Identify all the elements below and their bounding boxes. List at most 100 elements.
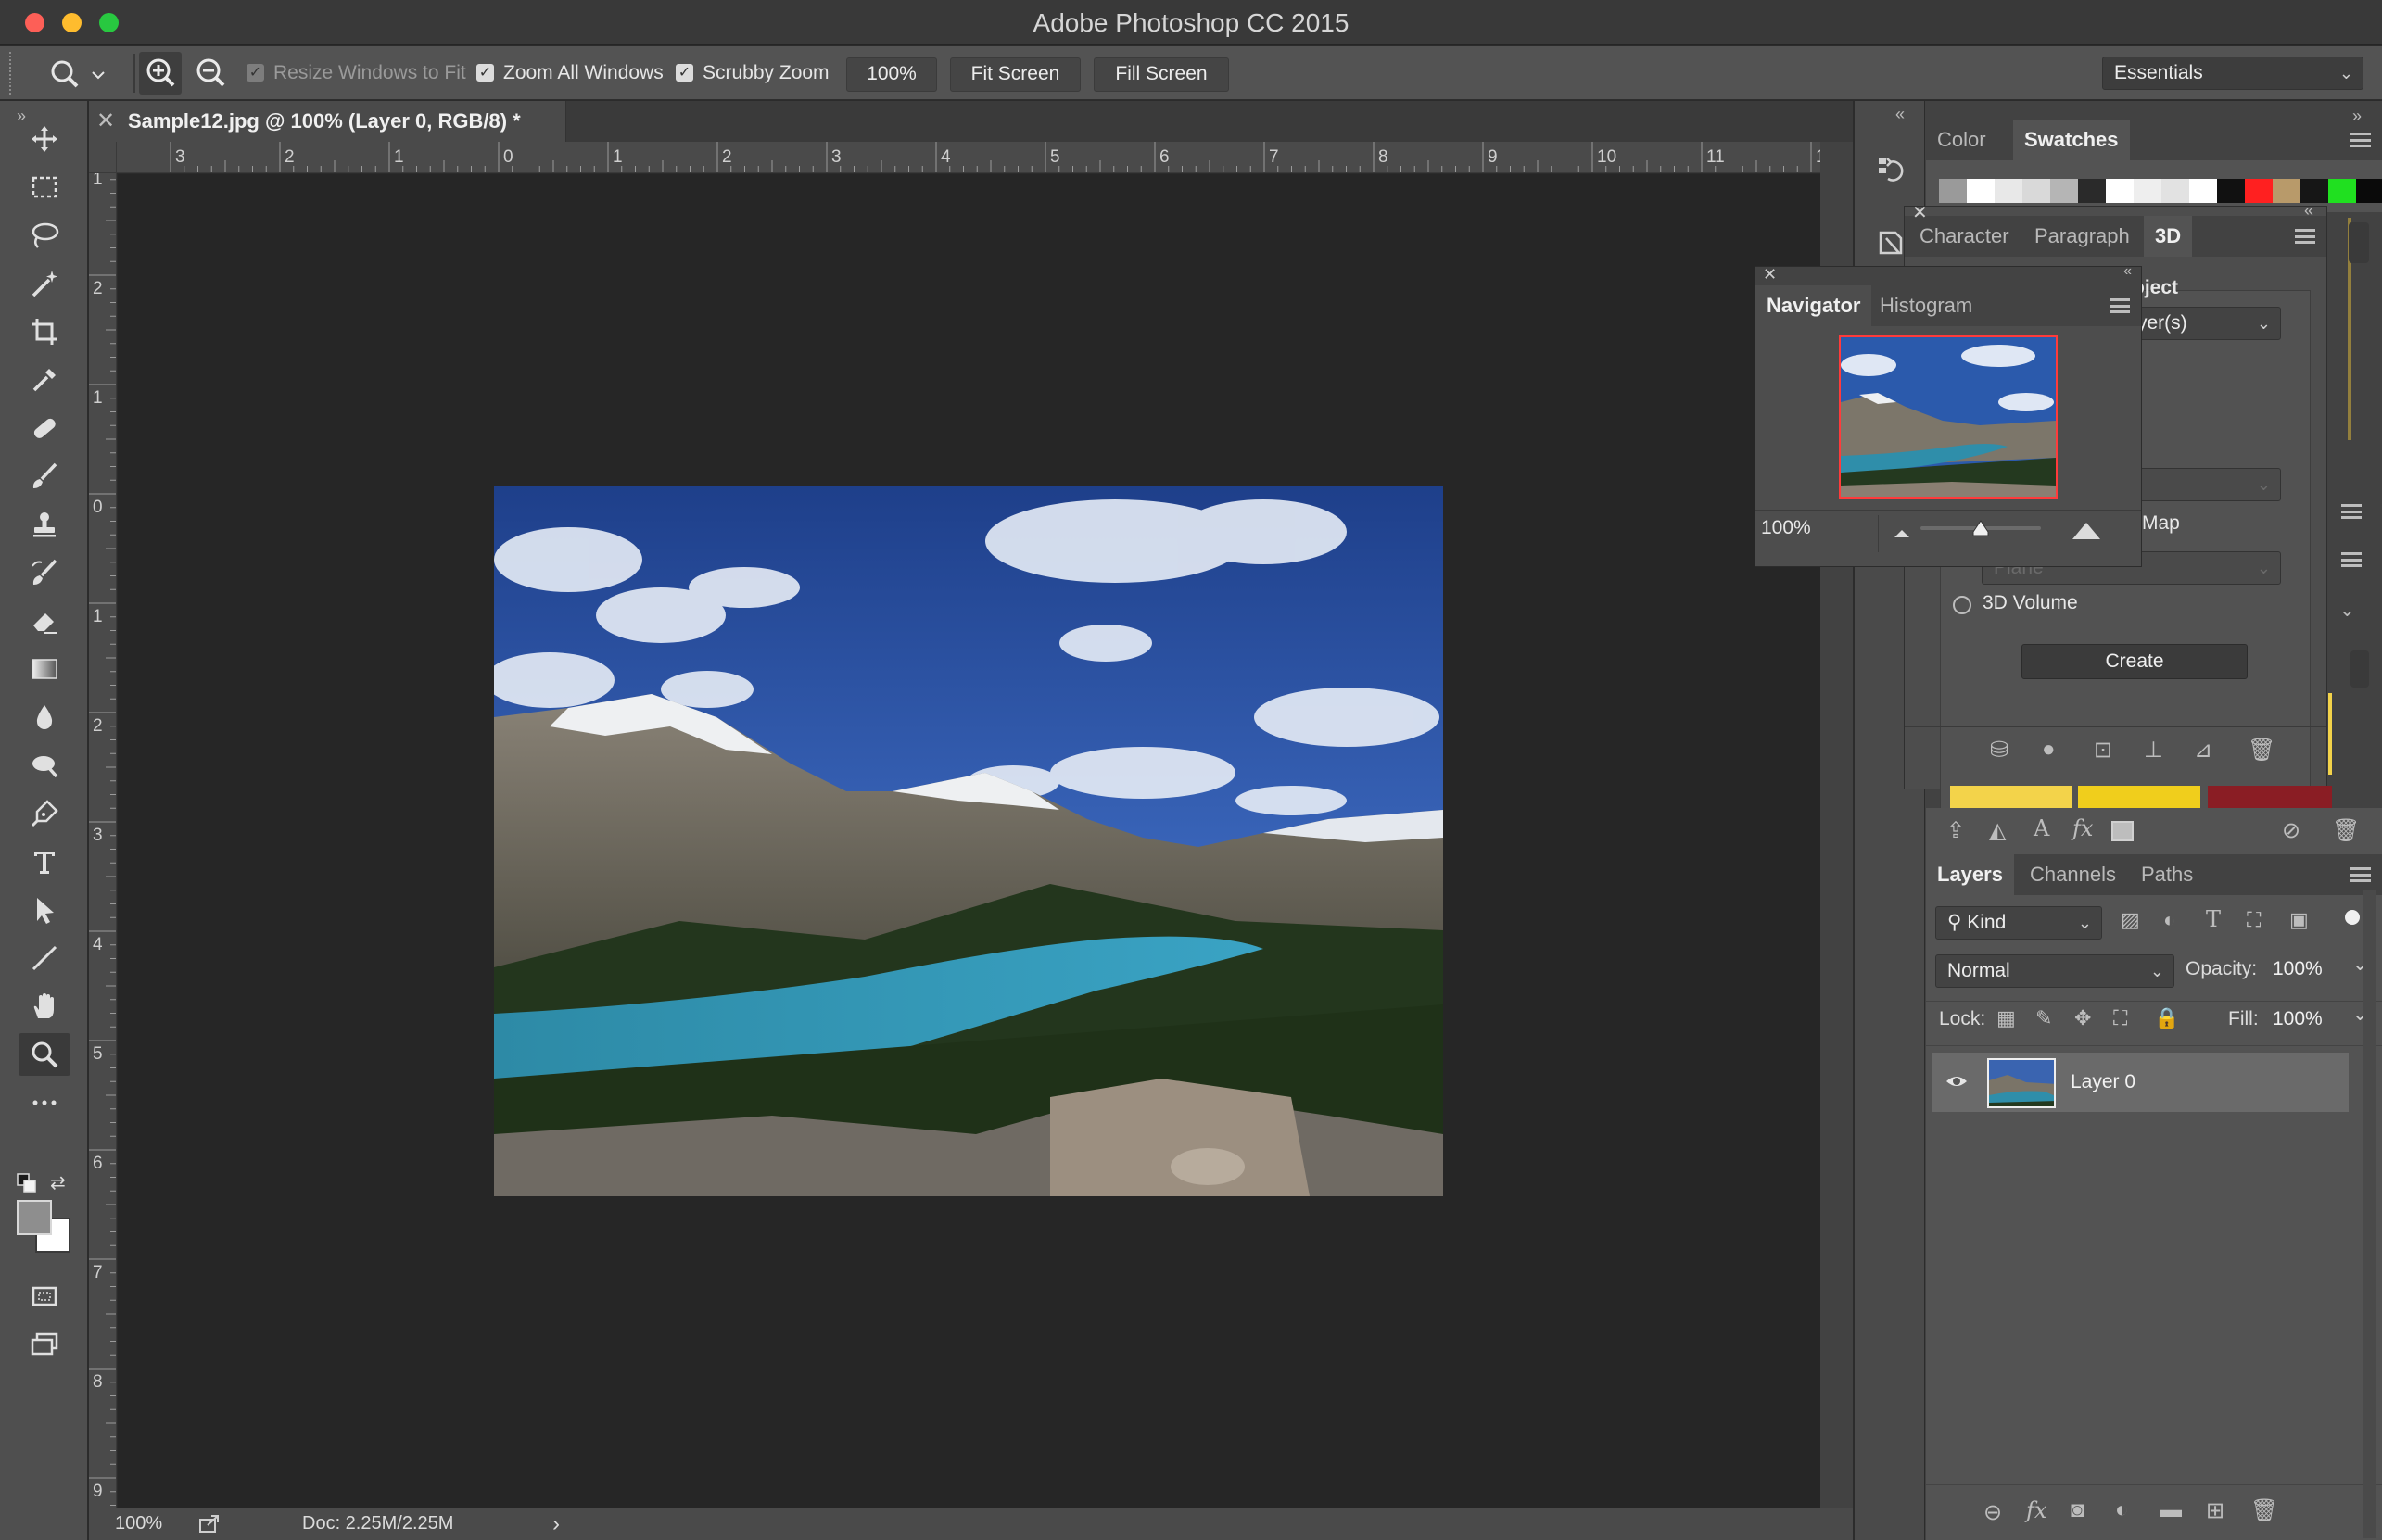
color-swatch[interactable] <box>2217 179 2245 203</box>
lasso-tool[interactable] <box>19 214 70 257</box>
fill-value[interactable]: 100% <box>2273 1008 2323 1030</box>
fill-screen-button[interactable]: Fill Screen <box>1094 57 1229 92</box>
filter-toggle[interactable] <box>2345 910 2360 934</box>
properties-scrollbar[interactable] <box>2350 650 2369 688</box>
color-swatch[interactable] <box>2134 179 2161 203</box>
lock-transparent-icon[interactable]: ▦ <box>1996 1006 2016 1030</box>
navigator-preview[interactable] <box>1839 335 2058 499</box>
color-swatch[interactable] <box>2050 179 2078 203</box>
chevron-down-icon[interactable]: ⌄ <box>2339 599 2355 622</box>
color-swatch[interactable] <box>1939 179 1967 203</box>
horizontal-ruler[interactable]: 321012345678910111 <box>89 142 1820 173</box>
color-swatch[interactable] <box>2300 179 2328 203</box>
resize-windows-checkbox[interactable]: ✓ <box>247 64 264 82</box>
zoom-all-windows-checkbox[interactable]: ✓ <box>476 64 494 82</box>
panel-menu-icon[interactable] <box>2350 133 2371 147</box>
swap-colors-icon[interactable]: ⇄ <box>50 1171 72 1193</box>
link-layers-icon[interactable]: ⊖ <box>1983 1499 2002 1526</box>
type-tool[interactable] <box>19 840 70 883</box>
filter-smart-object-icon[interactable]: ▣ <box>2289 908 2309 932</box>
hand-tool[interactable] <box>19 985 70 1028</box>
zoom-out-icon[interactable] <box>1891 523 1913 539</box>
tab-swatches[interactable]: Swatches <box>2013 120 2130 160</box>
new-layer-icon[interactable]: ⊞ <box>2206 1497 2224 1524</box>
layer-name[interactable]: Layer 0 <box>2071 1053 2135 1112</box>
navigator-title-strip[interactable]: ✕ « <box>1755 263 2141 285</box>
color-swatch[interactable] <box>2245 179 2273 203</box>
screen-mode-button[interactable] <box>19 1323 70 1366</box>
color-swatch[interactable] <box>1967 179 1995 203</box>
color-swatch[interactable] <box>2078 179 2106 203</box>
foreground-color-swatch[interactable] <box>17 1200 52 1235</box>
style-swatch-red[interactable] <box>2208 786 2332 808</box>
link-style-icon[interactable]: ⊘ <box>2282 817 2300 844</box>
3d-volume-radio[interactable] <box>1953 596 1971 614</box>
status-zoom[interactable]: 100% <box>115 1508 162 1540</box>
navigator-zoom-thumb[interactable] <box>1971 519 1990 537</box>
filter-adjustment-icon[interactable]: ◐ <box>2163 908 2175 932</box>
quick-mask-button[interactable] <box>19 1275 70 1318</box>
new-group-icon[interactable]: ▬ <box>2160 1497 2182 1523</box>
navigator-zoom-slider[interactable] <box>1920 520 2041 536</box>
workspace-dropdown[interactable]: Essentials ⌄ <box>2102 57 2363 90</box>
layer-filter-dropdown[interactable]: ⚲ Kind ⌄ <box>1935 906 2102 940</box>
filter-type-icon[interactable]: T <box>2206 906 2221 932</box>
collapse-panel-icon[interactable]: « <box>2123 263 2132 280</box>
close-icon[interactable]: ✕ <box>96 101 115 142</box>
collapse-panel-icon[interactable]: » <box>2352 107 2362 126</box>
vertical-ruler[interactable]: 1 2 1 0 1 2 3 4 5 6 7 8 9 <box>89 173 117 1508</box>
tab-paths[interactable]: Paths <box>2130 854 2204 895</box>
filter-shape-icon[interactable]: ⛶ <box>2247 908 2261 932</box>
document-image[interactable] <box>494 486 1443 1196</box>
dodge-tool[interactable] <box>19 744 70 787</box>
clone-stamp-tool[interactable] <box>19 503 70 546</box>
blend-mode-dropdown[interactable]: Normal ⌄ <box>1935 954 2174 988</box>
tool-preset-picker[interactable] <box>46 57 111 91</box>
close-icon[interactable]: ✕ <box>1912 201 1928 224</box>
3d-source-dropdown[interactable]: yer(s) ⌄ <box>2125 307 2281 340</box>
tab-paragraph[interactable]: Paragraph <box>2023 216 2141 257</box>
document-tab[interactable]: ✕ Sample12.jpg @ 100% (Layer 0, RGB/8) * <box>89 101 566 142</box>
zoom-tool[interactable] <box>19 1033 70 1076</box>
gradient-tool[interactable] <box>19 648 70 690</box>
filter-pixel-icon[interactable]: ▨ <box>2121 908 2140 932</box>
opacity-value[interactable]: 100% <box>2273 958 2323 980</box>
type-style-icon[interactable]: A <box>2034 815 2049 841</box>
style-swatch-yellow-2[interactable] <box>2078 786 2200 808</box>
more-tools[interactable] <box>19 1081 70 1124</box>
color-swatch[interactable] <box>2328 179 2356 203</box>
load-icon[interactable]: ⇪ <box>1946 817 1965 844</box>
color-swatch[interactable] <box>2161 179 2189 203</box>
adjustment-layer-icon[interactable]: ◐ <box>2115 1497 2129 1523</box>
default-colors-button[interactable] <box>17 1173 37 1193</box>
zoom-value-field[interactable]: 100% <box>846 57 937 92</box>
3d-mesh-icon[interactable]: ⊡ <box>2094 737 2112 764</box>
share-icon[interactable] <box>198 1513 221 1534</box>
marquee-tool[interactable] <box>19 166 70 208</box>
eraser-tool[interactable] <box>19 600 70 642</box>
pen-tool[interactable] <box>19 792 70 835</box>
history-brush-tool[interactable] <box>19 551 70 594</box>
create-button[interactable]: Create <box>2021 644 2248 679</box>
move-tool[interactable] <box>19 118 70 160</box>
tab-channels[interactable]: Channels <box>2019 854 2127 895</box>
trash-icon[interactable]: 🗑 <box>2248 737 2275 764</box>
fit-screen-button[interactable]: Fit Screen <box>950 57 1081 92</box>
tab-navigator[interactable]: Navigator <box>1755 285 1872 326</box>
color-swatch[interactable] <box>2189 179 2217 203</box>
blur-tool[interactable] <box>19 696 70 738</box>
panel-menu-icon[interactable] <box>2332 549 2369 571</box>
swatches-scrollbar[interactable] <box>2349 222 2369 263</box>
3d-scene-icon[interactable]: ⛁ <box>1990 737 2008 764</box>
fx-icon[interactable]: fx <box>2072 815 2093 841</box>
panel-menu-icon[interactable] <box>2350 867 2371 882</box>
collapse-dock-icon[interactable]: « <box>1895 105 1905 124</box>
scrubby-zoom-checkbox[interactable]: ✓ <box>676 64 693 82</box>
trash-icon[interactable]: 🗑 <box>2250 1497 2278 1524</box>
ruler-origin[interactable] <box>89 142 117 173</box>
style-swatch-yellow-1[interactable] <box>1950 786 2072 808</box>
healing-brush-tool[interactable] <box>19 407 70 449</box>
color-swatch[interactable] <box>2273 179 2300 203</box>
3d-ground-icon[interactable]: ⊥ <box>2144 737 2163 764</box>
line-tool[interactable] <box>19 937 70 979</box>
